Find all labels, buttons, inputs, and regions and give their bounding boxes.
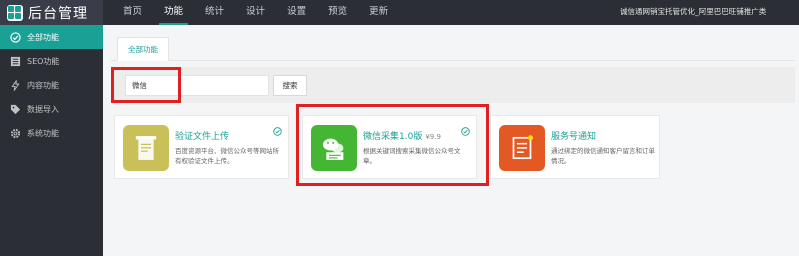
site-name-link[interactable]: 诚信通网销宝托管优化_阿里巴巴旺铺推广类 [620,0,795,25]
sidebar-item-label: 全部功能 [27,32,59,42]
search-bar: 搜索 [111,67,795,103]
nav-item-features[interactable]: 功能 [153,0,194,25]
nav-item-stats[interactable]: 统计 [194,0,235,25]
lightning-icon [10,79,21,91]
main-content: 全部功能 搜索 验证文件上传 百度资源平台、微信公众号等网站所有权验证文件上传。… [103,25,799,256]
feature-card-verify-upload[interactable]: 验证文件上传 百度资源平台、微信公众号等网站所有权验证文件上传。 [114,115,289,179]
check-circle-icon [273,127,282,136]
app-title: 后台管理 [28,5,88,22]
sidebar: 全部功能 SEO功能 内容功能 数据导入 系统功能 [0,25,103,256]
document-upload-icon [123,125,169,171]
sidebar-item-label: 系统功能 [27,128,59,138]
list-icon [10,56,21,67]
app-grid-icon [7,4,23,21]
main-nav: 首页 功能 统计 设计 设置 预览 更新 [112,0,399,25]
highlight-box-card [296,104,489,186]
card-title: 验证文件上传 [175,132,230,142]
tag-icon [10,104,21,115]
sidebar-item-seo[interactable]: SEO功能 [0,49,103,73]
tab-all-features[interactable]: 全部功能 [117,37,169,61]
nav-item-preview[interactable]: 预览 [317,0,358,25]
card-description: 通过绑定的微信通知客户留言和订单情况。 [551,147,655,165]
highlight-box-search [111,67,181,103]
check-circle-icon [10,31,21,43]
nav-item-settings[interactable]: 设置 [276,0,317,25]
nav-item-design[interactable]: 设计 [235,0,276,25]
feature-card-service-notice[interactable]: 服务号通知 通过绑定的微信通知客户留言和订单情况。 [490,115,660,179]
sidebar-item-content[interactable]: 内容功能 [0,73,103,97]
tab-bar: 全部功能 [111,33,795,61]
sidebar-item-data-import[interactable]: 数据导入 [0,97,103,121]
nav-item-home[interactable]: 首页 [112,0,153,25]
nav-item-update[interactable]: 更新 [358,0,399,25]
gear-icon [10,128,21,139]
card-title: 服务号通知 [551,132,597,142]
sidebar-item-label: SEO功能 [27,56,60,66]
search-button[interactable]: 搜索 [273,75,307,96]
sidebar-item-all-features[interactable]: 全部功能 [0,25,103,49]
notice-icon [499,125,545,171]
logo[interactable]: 后台管理 [0,0,103,25]
sidebar-item-label: 内容功能 [27,80,59,90]
card-description: 百度资源平台、微信公众号等网站所有权验证文件上传。 [175,147,279,165]
top-navbar: 后台管理 首页 功能 统计 设计 设置 预览 更新 诚信通网销宝托管优化_阿里巴… [0,0,799,25]
sidebar-item-system[interactable]: 系统功能 [0,121,103,145]
sidebar-item-label: 数据导入 [27,104,59,114]
